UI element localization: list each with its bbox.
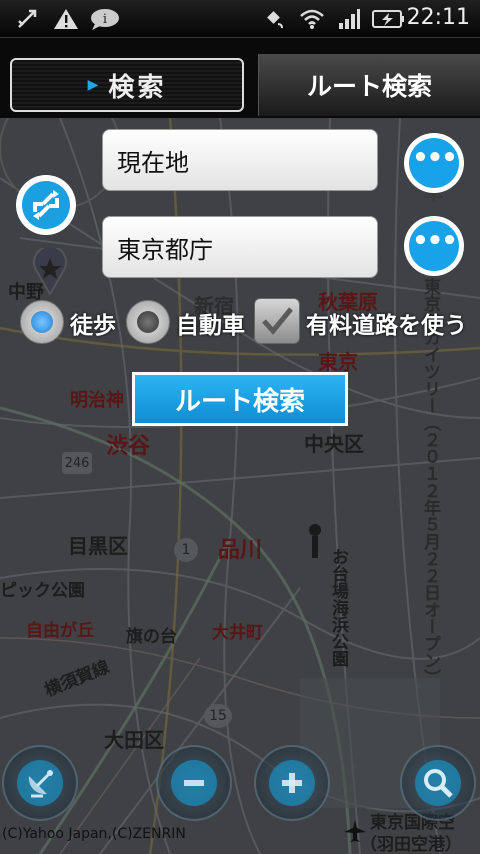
swap-direction-button[interactable] — [16, 175, 76, 235]
map-label: お台場海浜公園 — [328, 548, 348, 667]
destination-field[interactable]: 東京都庁 — [102, 216, 378, 278]
satellite-dish-icon — [28, 770, 53, 798]
map-search-button[interactable] — [400, 745, 476, 821]
more-icon: ••• — [409, 221, 459, 271]
usb-debug-icon — [14, 6, 40, 32]
plus-icon — [282, 773, 302, 793]
origin-options-button[interactable]: ••• — [404, 133, 464, 193]
map-label: （羽田空港） — [360, 835, 462, 854]
map-label: 旗の台 — [126, 627, 177, 647]
airplane-icon — [304, 522, 326, 562]
map-view[interactable]: 中野 秋葉原 東京 明治神 渋谷 中央区 目黒区 品川 ピック公園 自由が丘 旗… — [0, 118, 480, 854]
walk-radio[interactable] — [20, 300, 64, 344]
toll-road-checkbox[interactable] — [254, 298, 300, 344]
route-search-button[interactable]: ルート検索 — [132, 372, 348, 426]
magnifier-icon — [424, 769, 453, 798]
route-shield: 1 — [174, 538, 198, 562]
play-arrow-icon: ▶ — [87, 77, 99, 93]
map-pin-icon[interactable] — [30, 245, 70, 296]
walk-label: 徒歩 — [70, 313, 116, 339]
map-label: 渋谷 — [106, 434, 151, 459]
swap-arrows-icon — [33, 190, 59, 220]
tab-route-label: ルート検索 — [306, 72, 432, 101]
map-label: 明治神 — [70, 390, 124, 411]
tab-bar: ▶ 検索 ルート検索 — [0, 38, 480, 118]
map-label: 東京 — [318, 350, 358, 374]
more-icon: ••• — [409, 138, 459, 188]
gps-locate-button[interactable] — [2, 745, 78, 821]
message-info-icon: i — [88, 6, 122, 32]
toll-road-label: 有料道路を使う — [306, 313, 467, 339]
svg-text:i: i — [103, 12, 107, 27]
map-label: 自由が丘 — [26, 621, 94, 641]
tab-route-search[interactable]: ルート検索 — [258, 54, 480, 116]
map-copyright: (C)Yahoo Japan,(C)ZENRIN — [2, 826, 186, 842]
car-radio[interactable] — [126, 300, 170, 344]
zoom-in-button[interactable] — [254, 745, 330, 821]
minus-icon — [184, 780, 204, 786]
car-label: 自動車 — [176, 313, 245, 339]
battery-charging-icon — [372, 6, 406, 32]
map-label: 中央区 — [304, 432, 364, 456]
clock: 22:11 — [406, 5, 470, 30]
origin-field[interactable]: 現在地 — [102, 129, 378, 191]
map-label: 大田区 — [104, 728, 164, 752]
status-bar: i 22:11 — [0, 0, 480, 38]
location-satellite-icon — [262, 6, 288, 32]
zoom-out-button[interactable] — [156, 745, 232, 821]
signal-icon — [336, 6, 362, 32]
warning-icon — [52, 6, 80, 32]
tab-search-label: 検索 — [108, 72, 167, 103]
route-shield: 246 — [62, 452, 92, 474]
tab-search[interactable]: ▶ 検索 — [10, 58, 244, 112]
destination-options-button[interactable]: ••• — [404, 216, 464, 276]
map-label: 大井町 — [212, 623, 263, 643]
map-label: 品川 — [218, 538, 263, 563]
airport-icon — [342, 818, 368, 844]
route-shield: 15 — [204, 704, 232, 728]
map-label: ピック公園 — [0, 581, 85, 601]
checkmark-icon — [262, 307, 293, 335]
wifi-icon — [298, 6, 326, 32]
map-label: 目黒区 — [68, 534, 128, 558]
